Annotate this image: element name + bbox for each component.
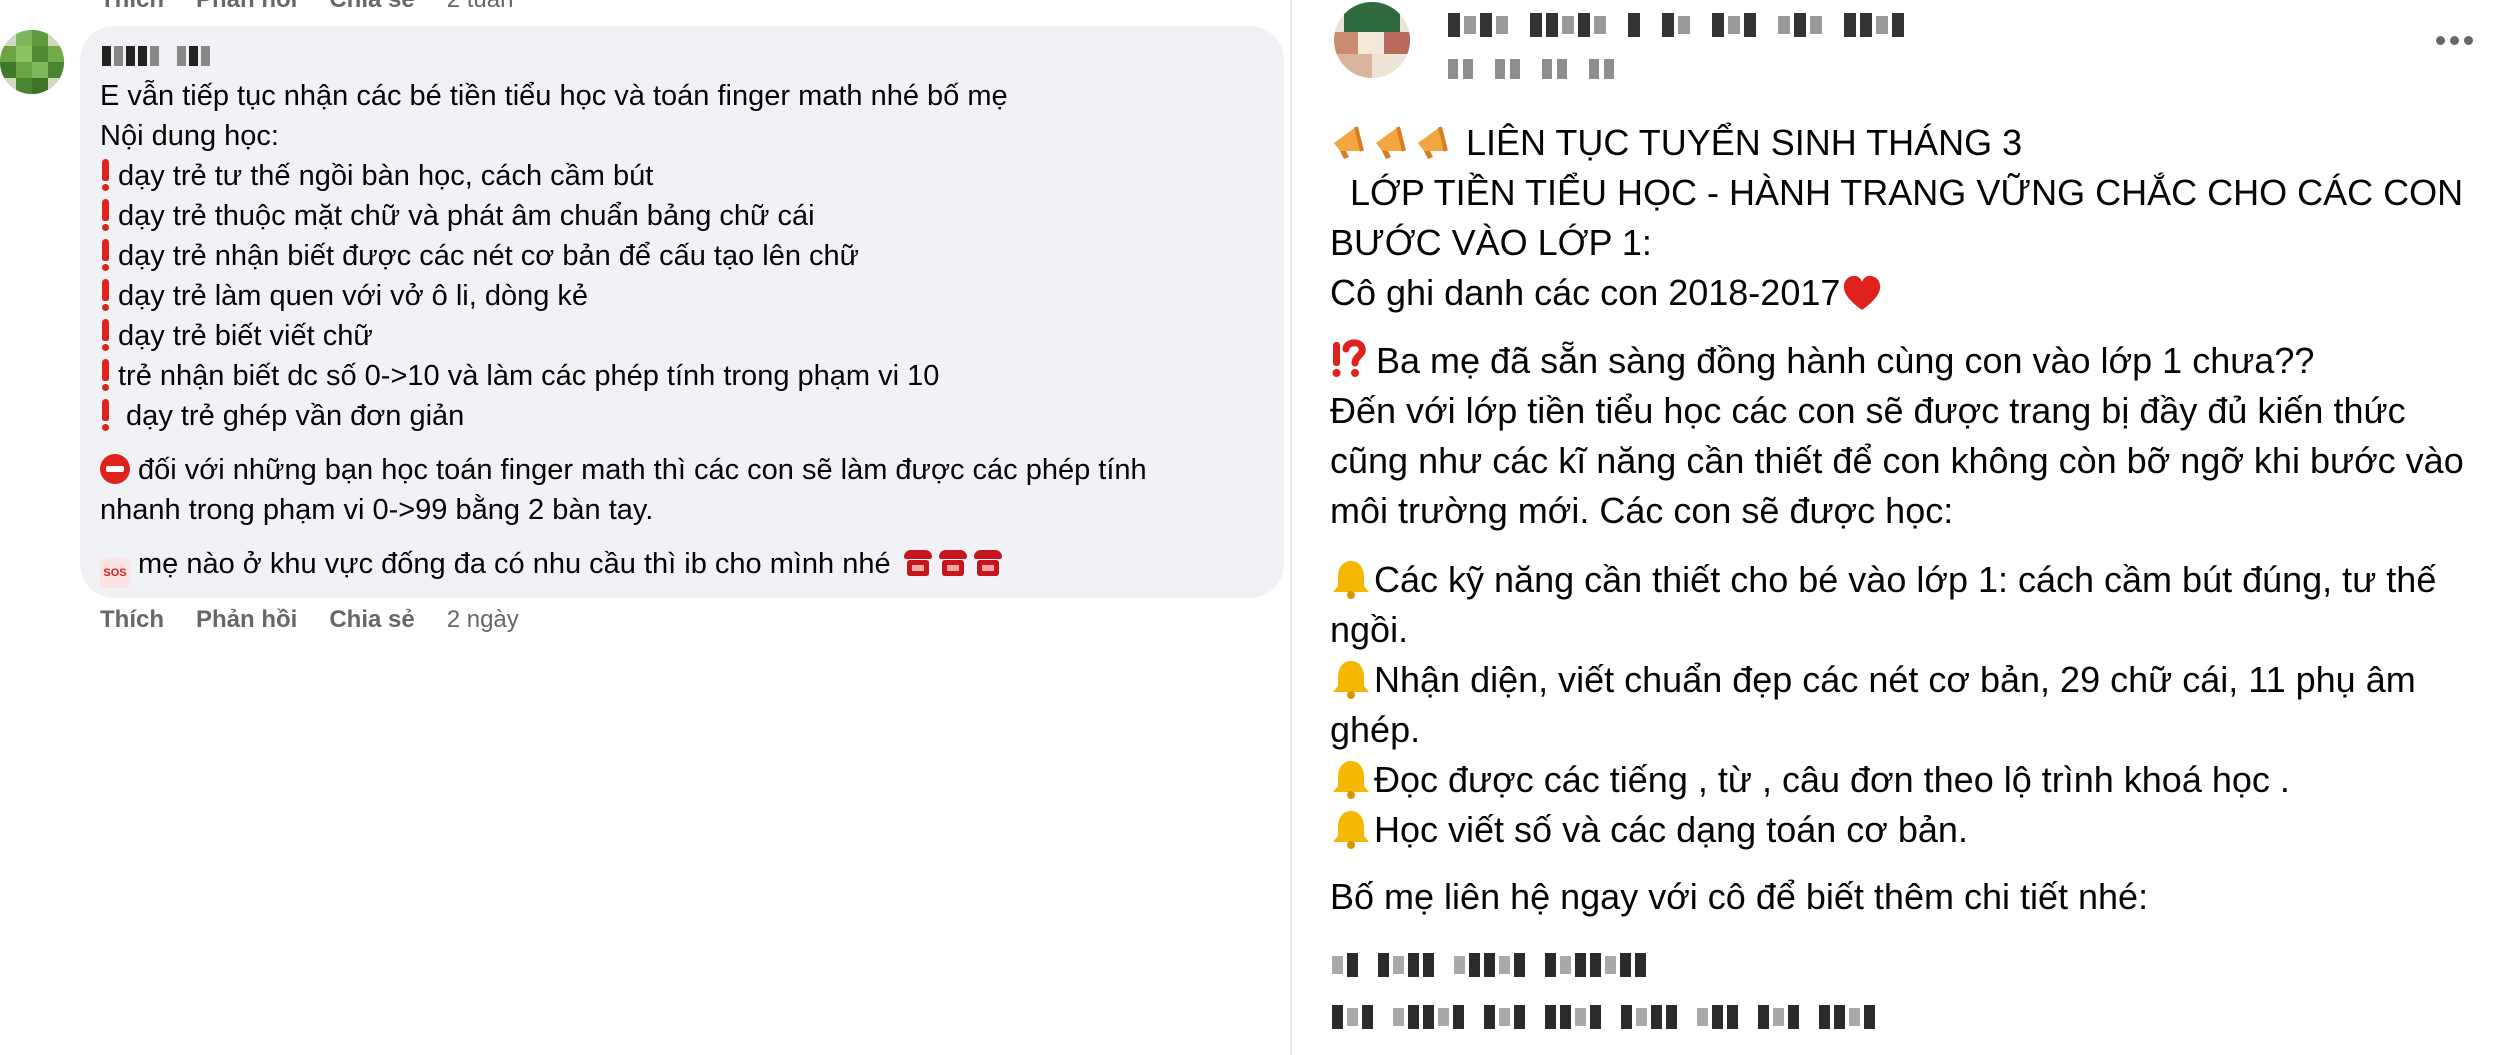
megaphone-icon: [1334, 126, 1364, 159]
telephone-icon: [937, 548, 969, 578]
sos-icon: SOS: [100, 558, 130, 588]
like-button[interactable]: Thích: [100, 606, 164, 634]
commenter-avatar[interactable]: [0, 30, 64, 94]
list-item: dạy trẻ tư thế ngồi bàn học, cách cầm bú…: [100, 156, 653, 196]
reply-button[interactable]: Phản hồi: [196, 0, 297, 14]
red-exclamation-icon: [100, 279, 110, 311]
list-item: Học viết số và các dạng toán cơ bản.: [1330, 805, 2490, 855]
list-item: Các kỹ năng cần thiết cho bé vào lớp 1: …: [1330, 559, 2437, 650]
share-button[interactable]: Chia sẻ: [329, 0, 414, 14]
list-item: dạy trẻ làm quen với vở ô li, dòng kẻ: [100, 276, 588, 316]
contact-address-redacted[interactable]: [1332, 1005, 2132, 1029]
list-item: Đọc được các tiếng , từ , câu đơn theo l…: [1330, 755, 2490, 805]
bell-icon: [1333, 811, 1369, 849]
red-exclamation-icon: [100, 159, 110, 191]
poster-name-redacted[interactable]: [1448, 12, 2024, 38]
post-date-redacted[interactable]: [1448, 58, 1688, 80]
like-button[interactable]: Thích: [100, 0, 164, 14]
telephone-icon: [972, 548, 1004, 578]
list-item: dạy trẻ nhận biết được các nét cơ bản để…: [100, 236, 859, 276]
post-enroll-line: Cô ghi danh các con 2018-2017: [1330, 268, 2490, 318]
list-item: dạy trẻ thuộc mặt chữ và phát âm chuẩn b…: [100, 196, 815, 236]
comment-intro: E vẫn tiếp tục nhận các bé tiền tiểu học…: [100, 80, 1008, 112]
comment-timestamp[interactable]: 2 ngày: [447, 606, 519, 634]
post-headline: LIÊN TỤC TUYỂN SINH THÁNG 3: [1330, 118, 2490, 168]
telephone-icon: [902, 548, 934, 578]
comment-timestamp[interactable]: 2 tuần: [447, 0, 514, 14]
comment-closing: SOS mẹ nào ở khu vực đống đa có nhu cầu t…: [100, 544, 1004, 588]
red-exclamation-icon: [100, 319, 110, 351]
list-item: Nhận diện, viết chuẩn đẹp các nét cơ bản…: [1330, 659, 2416, 750]
megaphone-icon: [1418, 126, 1448, 159]
finger-math-line-continued: nhanh trong phạm vi 0->99 bằng 2 bàn tay…: [100, 494, 654, 526]
exclamation-question-icon: [1332, 339, 1366, 377]
no-entry-icon: [100, 454, 130, 484]
more-options-icon[interactable]: [2436, 28, 2480, 52]
post-class-title-continued: BƯỚC VÀO LỚP 1:: [1330, 222, 1652, 263]
red-exclamation-icon: [100, 239, 110, 271]
bell-icon: [1333, 661, 1369, 699]
comment-bubble: E vẫn tiếp tục nhận các bé tiền tiểu học…: [80, 26, 1284, 598]
bell-icon: [1333, 761, 1369, 799]
comment-actions: Thích Phản hồi Chia sẻ 2 ngày: [100, 606, 519, 634]
list-item: dạy trẻ biết viết chữ: [100, 316, 373, 356]
previous-comment-actions: Thích Phản hồi Chia sẻ 2 tuần: [100, 0, 513, 14]
red-exclamation-icon: [100, 199, 110, 231]
panel-divider: [1290, 0, 1292, 1055]
list-item: trẻ nhận biết dc số 0->10 và làm các phé…: [100, 356, 939, 396]
post-intro-paragraph: Đến với lớp tiền tiểu học các con sẽ đượ…: [1330, 390, 2464, 531]
red-exclamation-icon: [100, 359, 110, 391]
share-button[interactable]: Chia sẻ: [329, 606, 414, 634]
commenter-name-redacted[interactable]: [102, 46, 210, 66]
comment-subheading: Nội dung học:: [100, 120, 279, 152]
megaphone-icon: [1376, 126, 1406, 159]
reply-button[interactable]: Phản hồi: [196, 606, 297, 634]
finger-math-line: đối với những bạn học toán finger math t…: [100, 450, 1147, 490]
post-class-title: LỚP TIỀN TIỂU HỌC - HÀNH TRANG VỮNG CHẮC…: [1330, 172, 2464, 213]
post-question: Ba mẹ đã sẵn sàng đồng hành cùng con vào…: [1330, 336, 2490, 386]
post-contact-prompt: Bố mẹ liên hệ ngay với cô để biết thêm c…: [1330, 876, 2149, 917]
contact-phone-redacted[interactable]: [1332, 953, 1732, 977]
poster-avatar[interactable]: [1334, 2, 1410, 78]
bell-icon: [1333, 561, 1369, 599]
red-exclamation-icon: [100, 399, 110, 431]
red-heart-icon: [1844, 275, 1881, 310]
list-item: dạy trẻ ghép vần đơn giản: [100, 396, 464, 436]
